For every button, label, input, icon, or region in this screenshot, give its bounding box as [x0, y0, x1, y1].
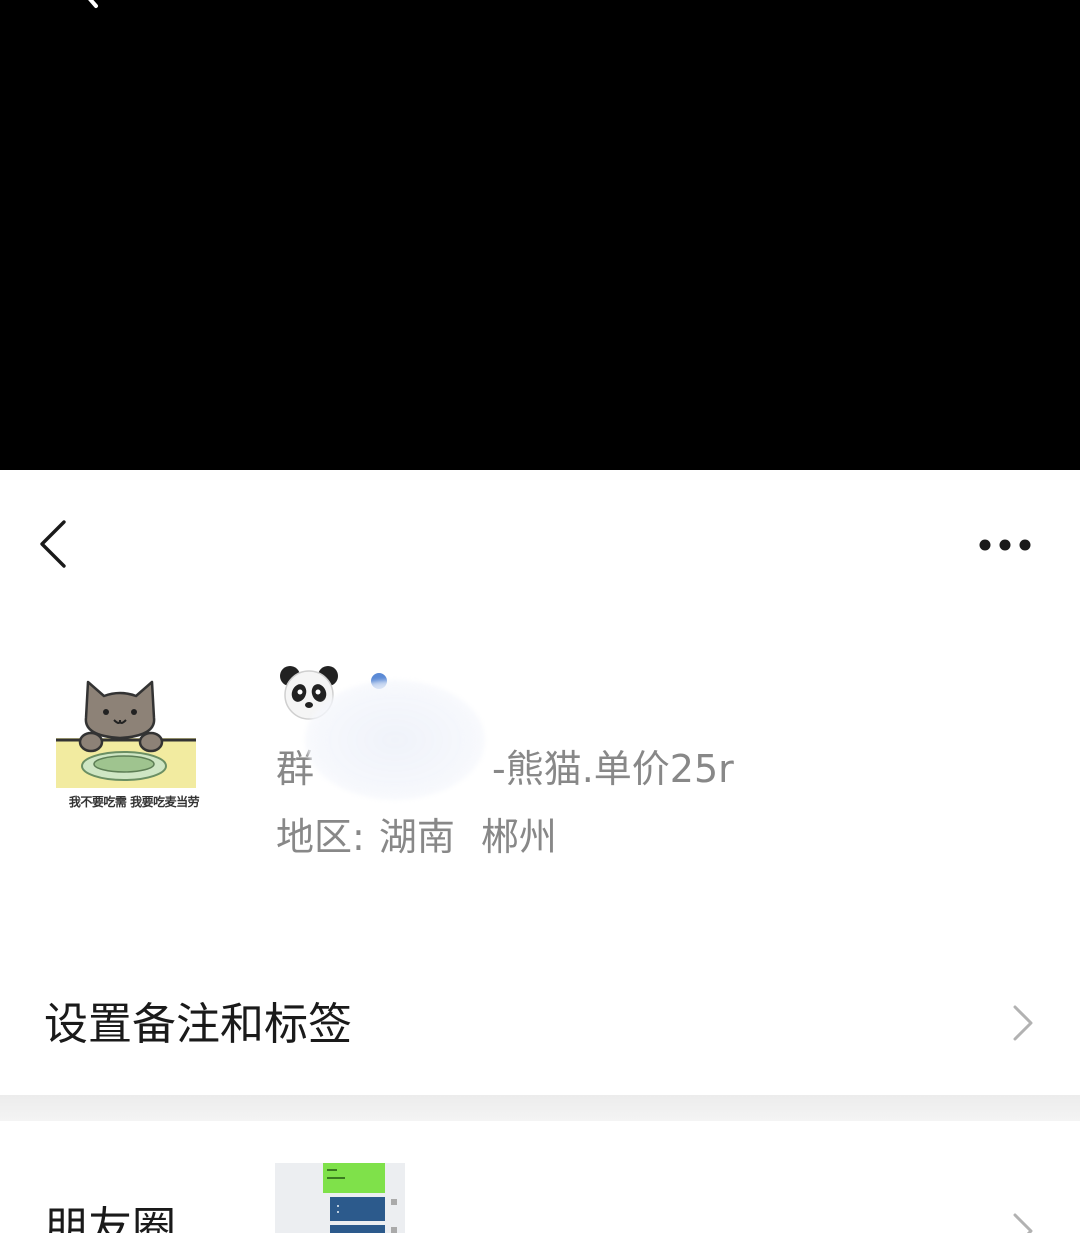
section-divider	[0, 1095, 1080, 1121]
avatar-caption: 我不要吃需 我要吃麦当劳	[68, 795, 200, 809]
moments-row[interactable]: 朋友圈	[0, 1121, 1080, 1233]
video-overlay-area	[0, 0, 1080, 470]
moments-thumbnail	[275, 1163, 405, 1233]
contact-profile-screen: 我不要吃需 我要吃麦当劳 群 -熊猫.单价25r 地区: 湖南 郴州 设置备注和标签 …	[0, 0, 1080, 1233]
remark-suffix: -熊猫.单价25r	[492, 747, 734, 791]
set-remark-tags-label: 设置备注和标签	[44, 999, 352, 1050]
region-province: 湖南	[378, 815, 455, 859]
back-chevron-icon	[88, 0, 98, 8]
set-remark-tags-row[interactable]: 设置备注和标签	[0, 975, 1080, 1075]
chevron-right-icon	[1013, 1213, 1033, 1233]
back-chevron-icon	[40, 520, 66, 568]
chevron-right-icon	[1013, 1005, 1033, 1041]
back-button[interactable]	[30, 512, 80, 576]
privacy-blur	[305, 680, 485, 800]
region-row: 地区: 湖南 郴州	[276, 812, 557, 862]
moments-screenshot-thumbnail	[275, 1163, 405, 1233]
region-label: 地区:	[276, 815, 365, 859]
more-options-button[interactable]	[970, 525, 1040, 565]
region-city: 郴州	[480, 815, 557, 859]
moments-label: 朋友圈	[44, 1203, 176, 1233]
more-dots-icon	[979, 539, 1031, 551]
